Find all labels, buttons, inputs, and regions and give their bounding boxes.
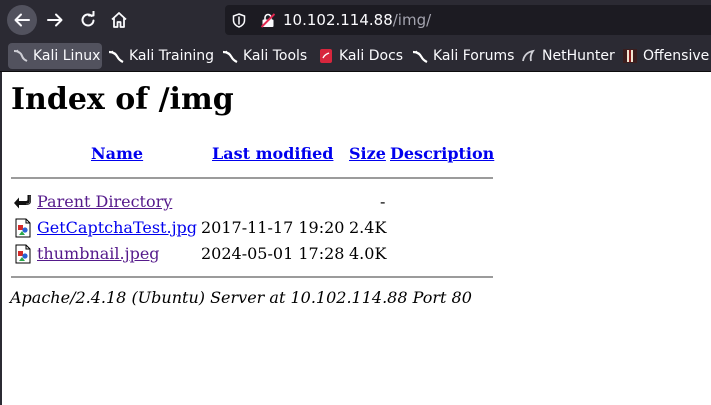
bookmark-label: Kali Tools: [243, 48, 308, 64]
kali-dragon-icon: [222, 48, 238, 64]
insecure-lock-icon[interactable]: [261, 13, 275, 28]
bookmark-kali-tools[interactable]: Kali Tools: [218, 43, 310, 69]
footer-divider: [11, 276, 493, 278]
kali-dragon-icon: [412, 48, 428, 64]
kali-dragon-icon: [12, 48, 28, 64]
directory-listing-page: Index of /img Name Last modified Size De…: [0, 72, 711, 405]
url-path: /img/: [392, 11, 432, 29]
file-size: 4.0K: [349, 244, 387, 263]
url-host: 10.102.114.88: [283, 11, 393, 29]
file-size: -: [380, 192, 386, 211]
server-signature: Apache/2.4.18 (Ubuntu) Server at 10.102.…: [10, 288, 472, 307]
file-size: 2.4K: [349, 218, 387, 237]
file-modified: 2024-05-01 17:28: [201, 244, 345, 263]
back-arrow-icon: [14, 195, 31, 209]
column-header-description[interactable]: Description: [390, 144, 494, 164]
bookmark-label: Kali Forums: [433, 48, 515, 64]
offsec-icon: [622, 48, 638, 64]
column-header-size[interactable]: Size: [349, 144, 386, 164]
file-link[interactable]: thumbnail.jpeg: [37, 244, 160, 264]
bookmark-nethunter[interactable]: NetHunter: [517, 43, 615, 69]
forward-arrow-icon: [47, 13, 63, 27]
file-link[interactable]: GetCaptchaTest.jpg: [37, 218, 197, 238]
parent-directory-link[interactable]: Parent Directory: [37, 192, 172, 212]
tracking-shield-icon[interactable]: [232, 13, 246, 28]
browser-toolbar: 10.102.114.88/img/: [0, 0, 711, 40]
header-divider: [11, 177, 493, 179]
bookmark-label: Kali Training: [129, 48, 214, 64]
url-text[interactable]: 10.102.114.88/img/: [283, 10, 431, 30]
bookmark-label: Offensive S: [643, 48, 711, 64]
forward-button[interactable]: [40, 5, 70, 35]
image-file-icon: [15, 244, 31, 264]
back-button[interactable]: [7, 5, 37, 35]
bookmark-kali-training[interactable]: Kali Training: [104, 43, 216, 69]
bookmark-label: Kali Docs: [339, 48, 404, 64]
address-bar[interactable]: 10.102.114.88/img/: [225, 5, 711, 35]
column-header-name[interactable]: Name: [91, 144, 143, 164]
bookmark-label: NetHunter: [542, 48, 615, 64]
reload-icon: [81, 11, 95, 27]
column-header-last-modified[interactable]: Last modified: [212, 144, 333, 164]
back-arrow-icon: [14, 13, 30, 27]
kali-docs-icon: [318, 48, 334, 64]
reload-button[interactable]: [73, 5, 103, 35]
bookmark-kali-linux[interactable]: Kali Linux: [8, 43, 102, 69]
nethunter-icon: [521, 48, 537, 64]
bookmarks-toolbar: Kali Linux Kali Training Kali Tools Kali…: [0, 40, 711, 72]
bookmark-kali-forums[interactable]: Kali Forums: [408, 43, 515, 69]
bookmark-label: Kali Linux: [33, 48, 101, 64]
bookmark-kali-docs[interactable]: Kali Docs: [314, 43, 404, 69]
image-file-icon: [15, 218, 31, 238]
bookmark-offensive-security[interactable]: Offensive S: [618, 43, 711, 69]
home-button[interactable]: [104, 5, 134, 35]
kali-dragon-icon: [108, 48, 124, 64]
page-title: Index of /img: [11, 82, 234, 117]
home-icon: [111, 12, 127, 28]
file-modified: 2017-11-17 19:20: [201, 218, 345, 237]
